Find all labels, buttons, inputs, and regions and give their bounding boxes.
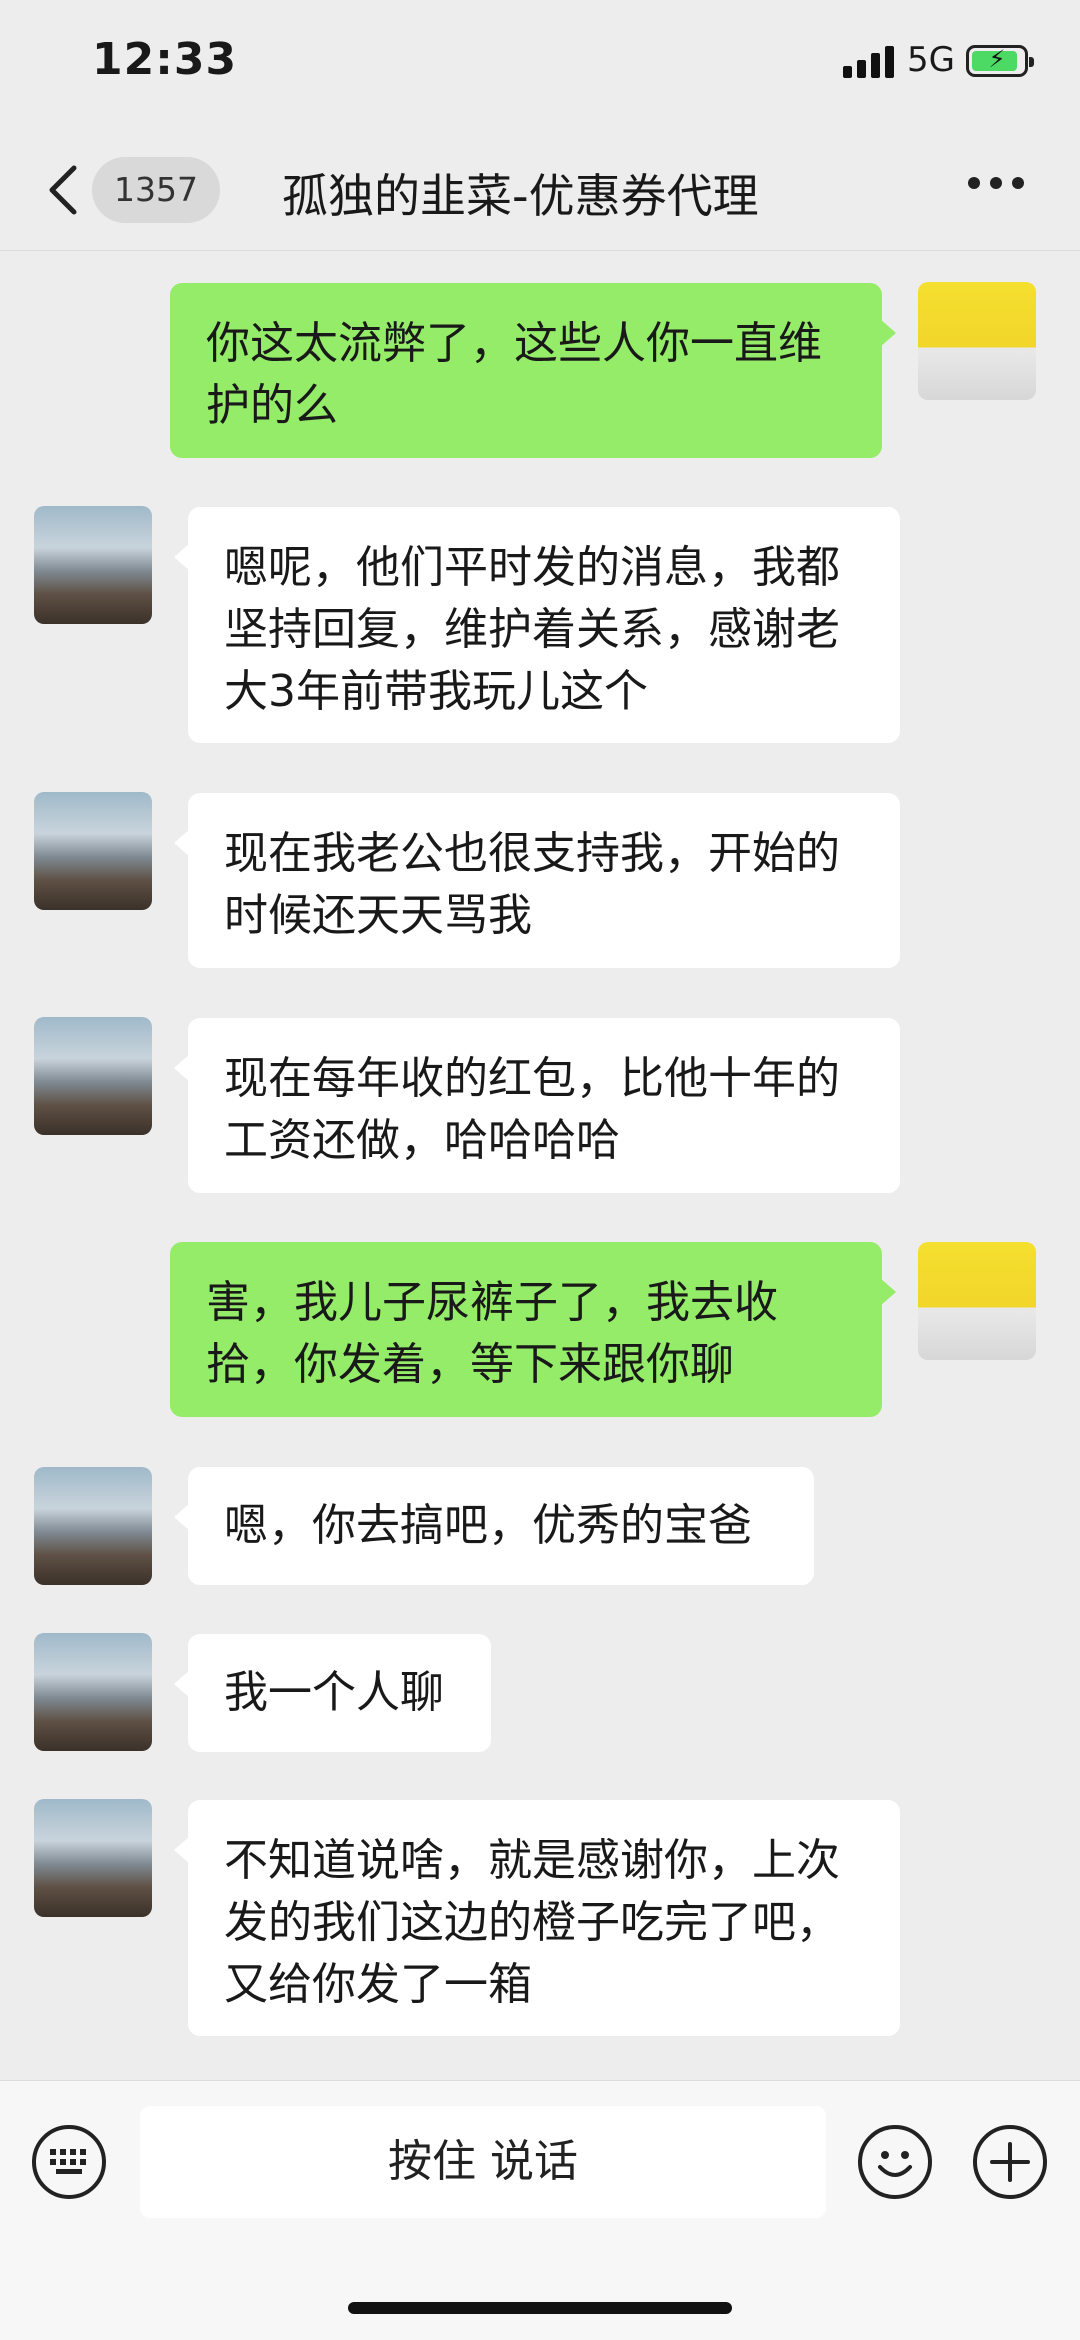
keyboard-icon[interactable] [32,2125,106,2199]
contact-avatar[interactable] [34,792,152,910]
unread-count-badge[interactable]: 1357 [92,157,220,223]
plus-icon[interactable] [973,2125,1047,2199]
message-bubble-self[interactable]: 害，我儿子尿裤子了，我去收拾，你发着，等下来跟你聊 [170,1242,896,1417]
network-type: 5G [907,40,955,80]
status-bar: 12:33 5G ⚡ [0,0,1080,130]
self-avatar[interactable] [918,1242,1036,1360]
hold-to-talk-button[interactable]: 按住 说话 [140,2106,826,2218]
more-icon[interactable] [968,177,1024,197]
emoji-icon[interactable] [858,2125,932,2199]
battery-icon: ⚡ [966,45,1034,77]
contact-avatar[interactable] [34,1017,152,1135]
status-time: 12:33 [92,34,238,85]
chat-header: 1357 孤独的韭菜-优惠券代理 [0,130,1080,251]
contact-avatar[interactable] [34,506,152,624]
message-bubble-other[interactable]: 我一个人聊 [174,1634,491,1752]
contact-avatar[interactable] [34,1467,152,1585]
message-bubble-other[interactable]: 现在我老公也很支持我，开始的时候还天天骂我 [174,793,900,968]
message-bubble-other[interactable]: 不知道说啥，就是感谢你，上次发的我们这边的橙子吃完了吧，又给你发了一箱 [174,1800,900,2036]
message-bubble-other[interactable]: 现在每年收的红包，比他十年的工资还做，哈哈哈哈 [174,1018,900,1193]
message-bubble-self[interactable]: 你这太流弊了，这些人你一直维护的么 [170,283,896,458]
message-bubble-other[interactable]: 嗯呢，他们平时发的消息，我都坚持回复，维护着关系，感谢老大3年前带我玩儿这个 [174,507,900,743]
self-avatar[interactable] [918,282,1036,400]
contact-avatar[interactable] [34,1799,152,1917]
chat-title: 孤独的韭菜-优惠券代理 [282,169,759,223]
contact-avatar[interactable] [34,1633,152,1751]
home-indicator[interactable] [348,2302,732,2314]
signal-icon [843,46,897,78]
message-bubble-other[interactable]: 嗯，你去搞吧，优秀的宝爸 [174,1467,814,1585]
input-bar: 按住 说话 [0,2080,1080,2340]
back-chevron-icon[interactable] [44,164,84,216]
